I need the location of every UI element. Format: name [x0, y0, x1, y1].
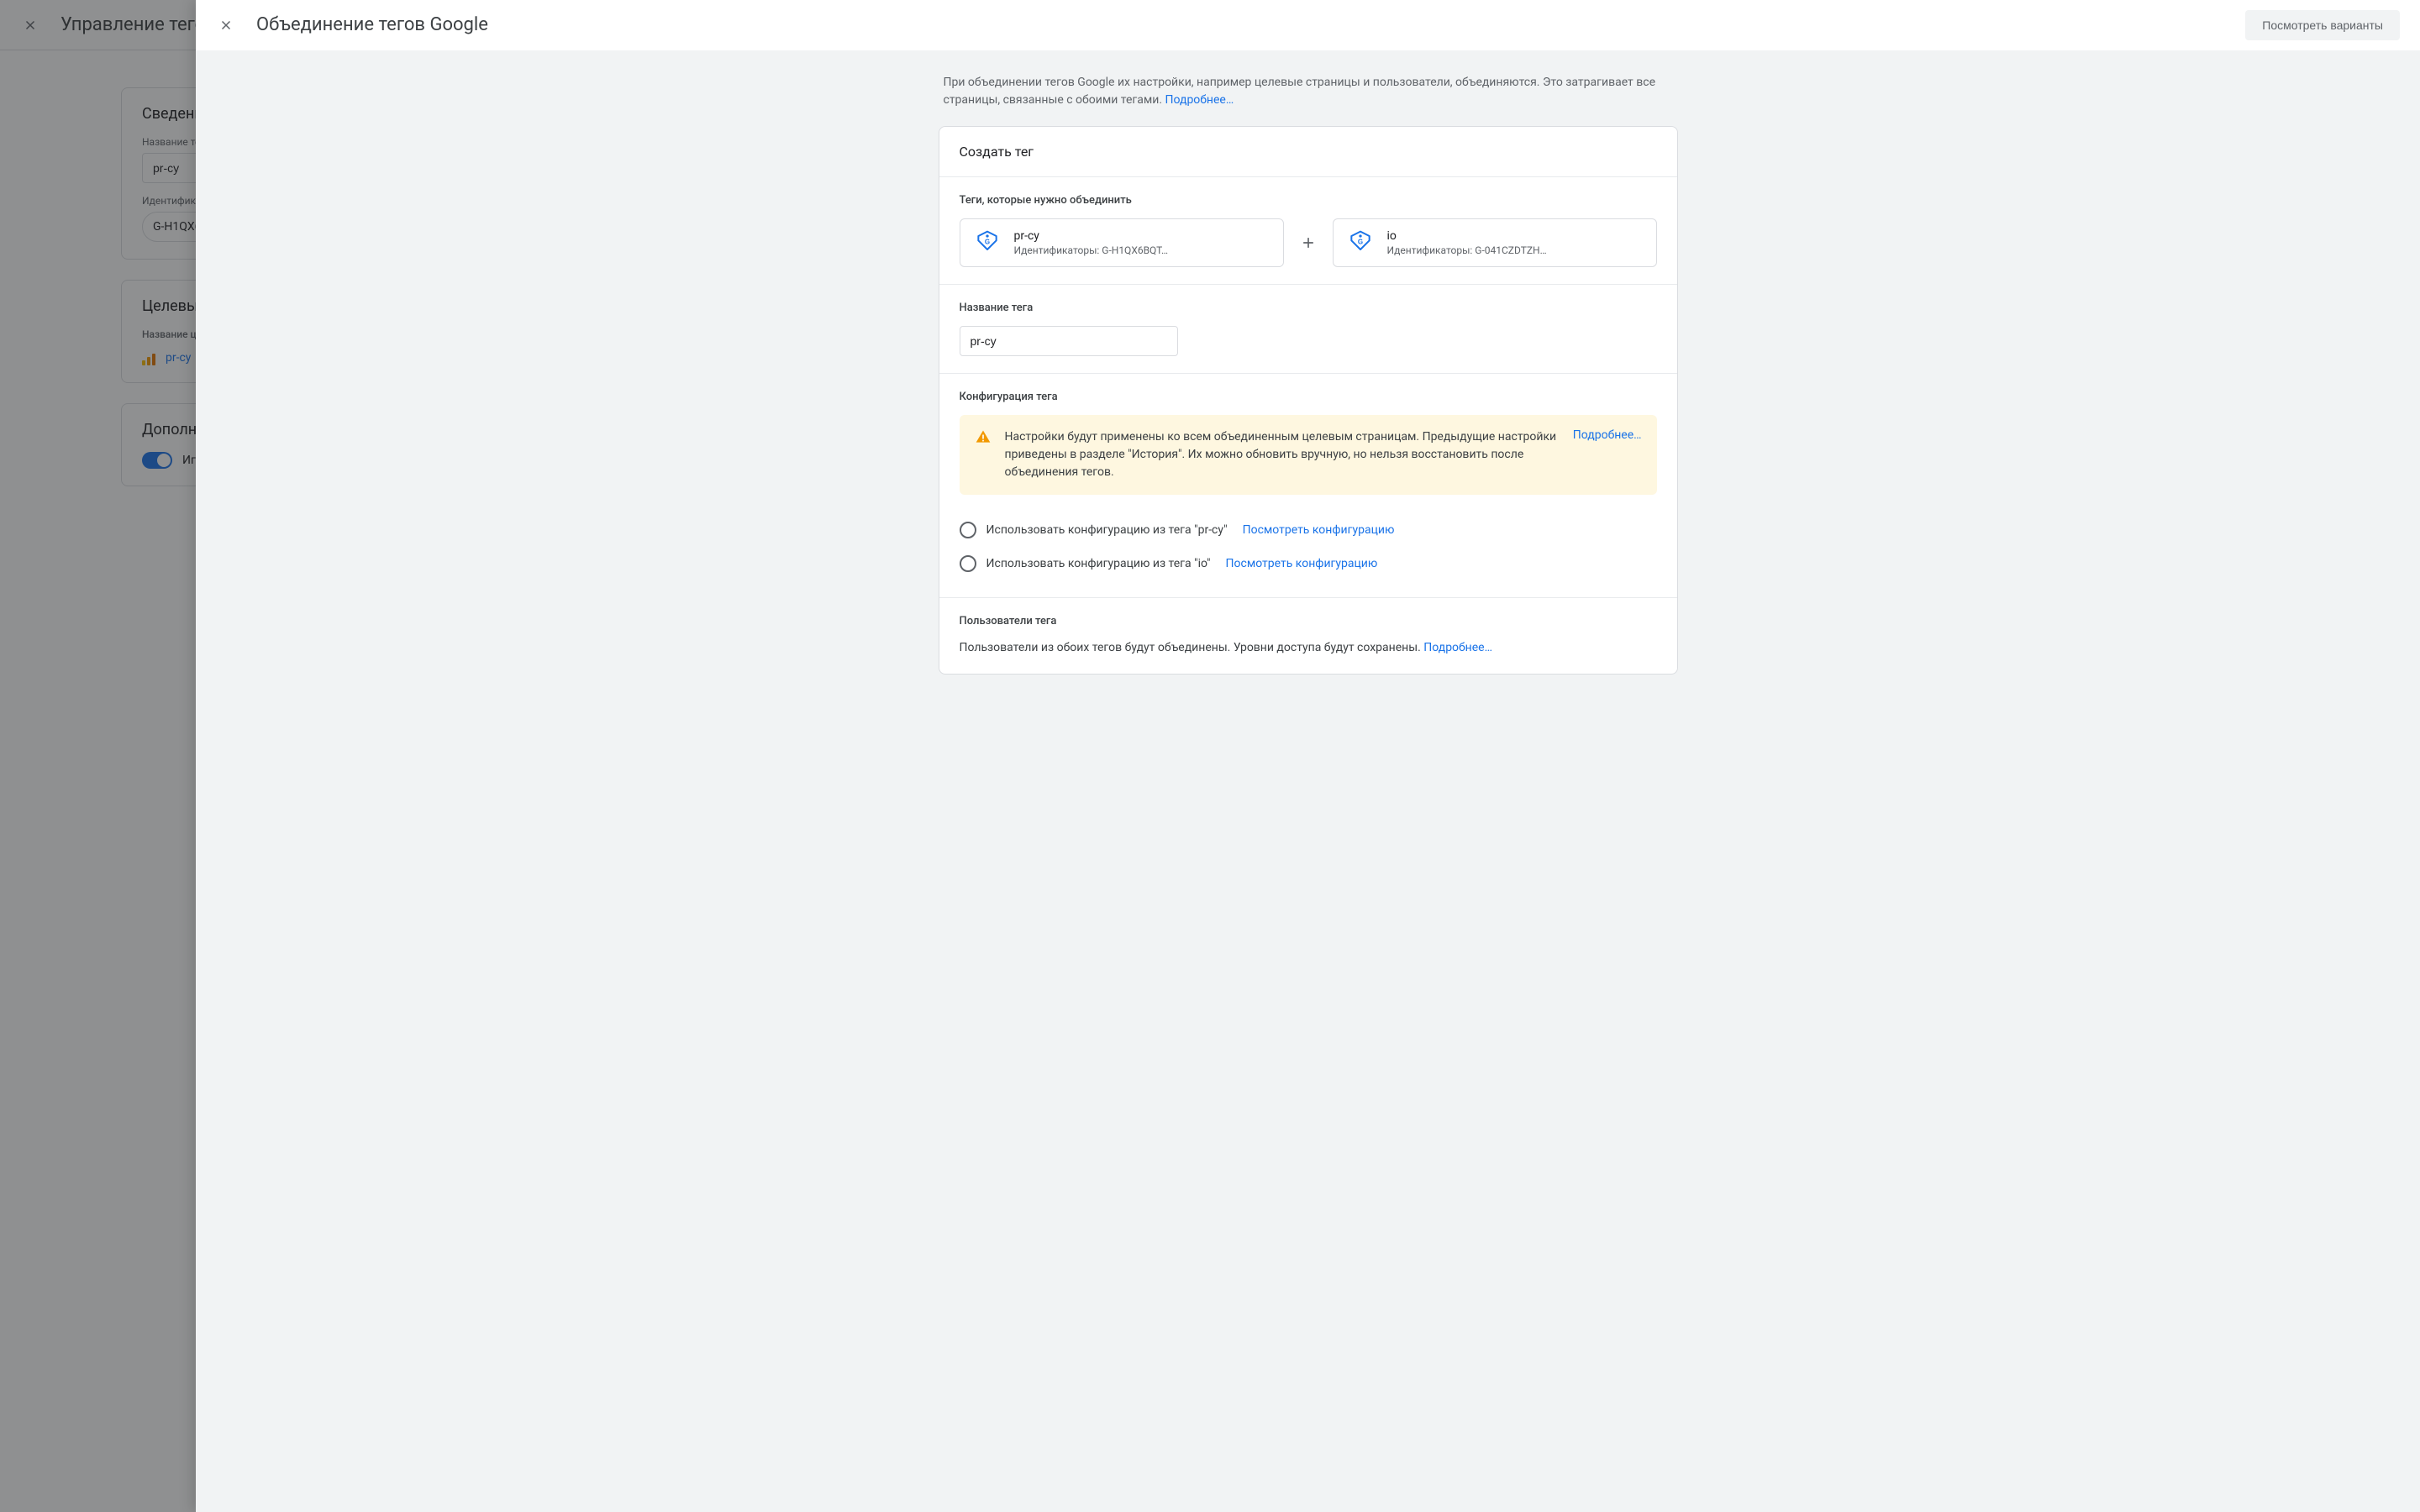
close-button[interactable]: [216, 15, 236, 35]
name-subhead: Название тега: [960, 302, 1657, 314]
preview-options-button[interactable]: Посмотреть варианты: [2245, 10, 2400, 40]
tag-b-name: io: [1387, 229, 1547, 243]
view-config-b-link[interactable]: Посмотреть конфигурацию: [1226, 557, 1378, 570]
view-config-a-link[interactable]: Посмотреть конфигурацию: [1243, 523, 1395, 537]
users-text: Пользователи из обоих тегов будут объеди…: [960, 639, 1657, 657]
config-radio-a-label: Использовать конфигурацию из тега "pr-cy…: [986, 523, 1228, 537]
tag-name-section: Название тега: [939, 285, 1677, 374]
create-tag-card: Создать тег Теги, которые нужно объедини…: [939, 126, 1678, 675]
config-radio-b[interactable]: [960, 555, 976, 572]
card-title-section: Создать тег: [939, 127, 1677, 177]
intro-text: При объединении тегов Google их настройк…: [939, 74, 1678, 126]
config-radio-a[interactable]: [960, 522, 976, 538]
sheet-header: Объединение тегов Google Посмотреть вари…: [196, 0, 2420, 50]
tag-a-name: pr-cy: [1014, 229, 1168, 243]
users-learn-more-link[interactable]: Подробнее…: [1423, 641, 1492, 654]
merge-subhead: Теги, которые нужно объединить: [960, 194, 1657, 207]
tag-b-ids: Идентификаторы: G-041CZDTZH…: [1387, 244, 1547, 256]
callout-message: Настройки будут применены ко всем объеди…: [1005, 428, 1560, 481]
config-radio-b-row: Использовать конфигурацию из тега "io" П…: [960, 547, 1657, 580]
combine-tags-sheet: Объединение тегов Google Посмотреть вари…: [196, 0, 2420, 1512]
svg-text:G: G: [1357, 238, 1362, 245]
sheet-title: Объединение тегов Google: [256, 14, 2225, 35]
intro-learn-more-link[interactable]: Подробнее…: [1165, 93, 1234, 107]
tag-box-b: G io Идентификаторы: G-041CZDTZH…: [1333, 218, 1657, 267]
config-radio-a-row: Использовать конфигурацию из тега "pr-cy…: [960, 513, 1657, 547]
config-radio-b-label: Использовать конфигурацию из тега "io": [986, 557, 1211, 570]
google-tag-icon: G: [1347, 229, 1374, 256]
card-title: Создать тег: [960, 144, 1657, 160]
sheet-body[interactable]: При объединении тегов Google их настройк…: [196, 50, 2420, 1512]
plus-icon: [1299, 234, 1318, 252]
tag-box-a: G pr-cy Идентификаторы: G-H1QX6BQT…: [960, 218, 1284, 267]
config-warning-callout: Настройки будут применены ко всем объеди…: [960, 415, 1657, 495]
google-tag-icon: G: [974, 229, 1001, 256]
config-subhead: Конфигурация тега: [960, 391, 1657, 403]
warning-icon: [975, 428, 992, 445]
tag-config-section: Конфигурация тега Настройки будут примен…: [939, 374, 1677, 598]
users-subhead: Пользователи тега: [960, 615, 1657, 627]
tag-users-section: Пользователи тега Пользователи из обоих …: [939, 598, 1677, 674]
callout-learn-more-link[interactable]: Подробнее…: [1573, 428, 1642, 481]
svg-text:G: G: [984, 238, 989, 245]
tags-to-merge-section: Теги, которые нужно объединить G pr-cy И…: [939, 177, 1677, 285]
merge-row: G pr-cy Идентификаторы: G-H1QX6BQT…: [960, 218, 1657, 267]
tag-name-input[interactable]: [960, 326, 1178, 356]
tag-a-ids: Идентификаторы: G-H1QX6BQT…: [1014, 244, 1168, 256]
